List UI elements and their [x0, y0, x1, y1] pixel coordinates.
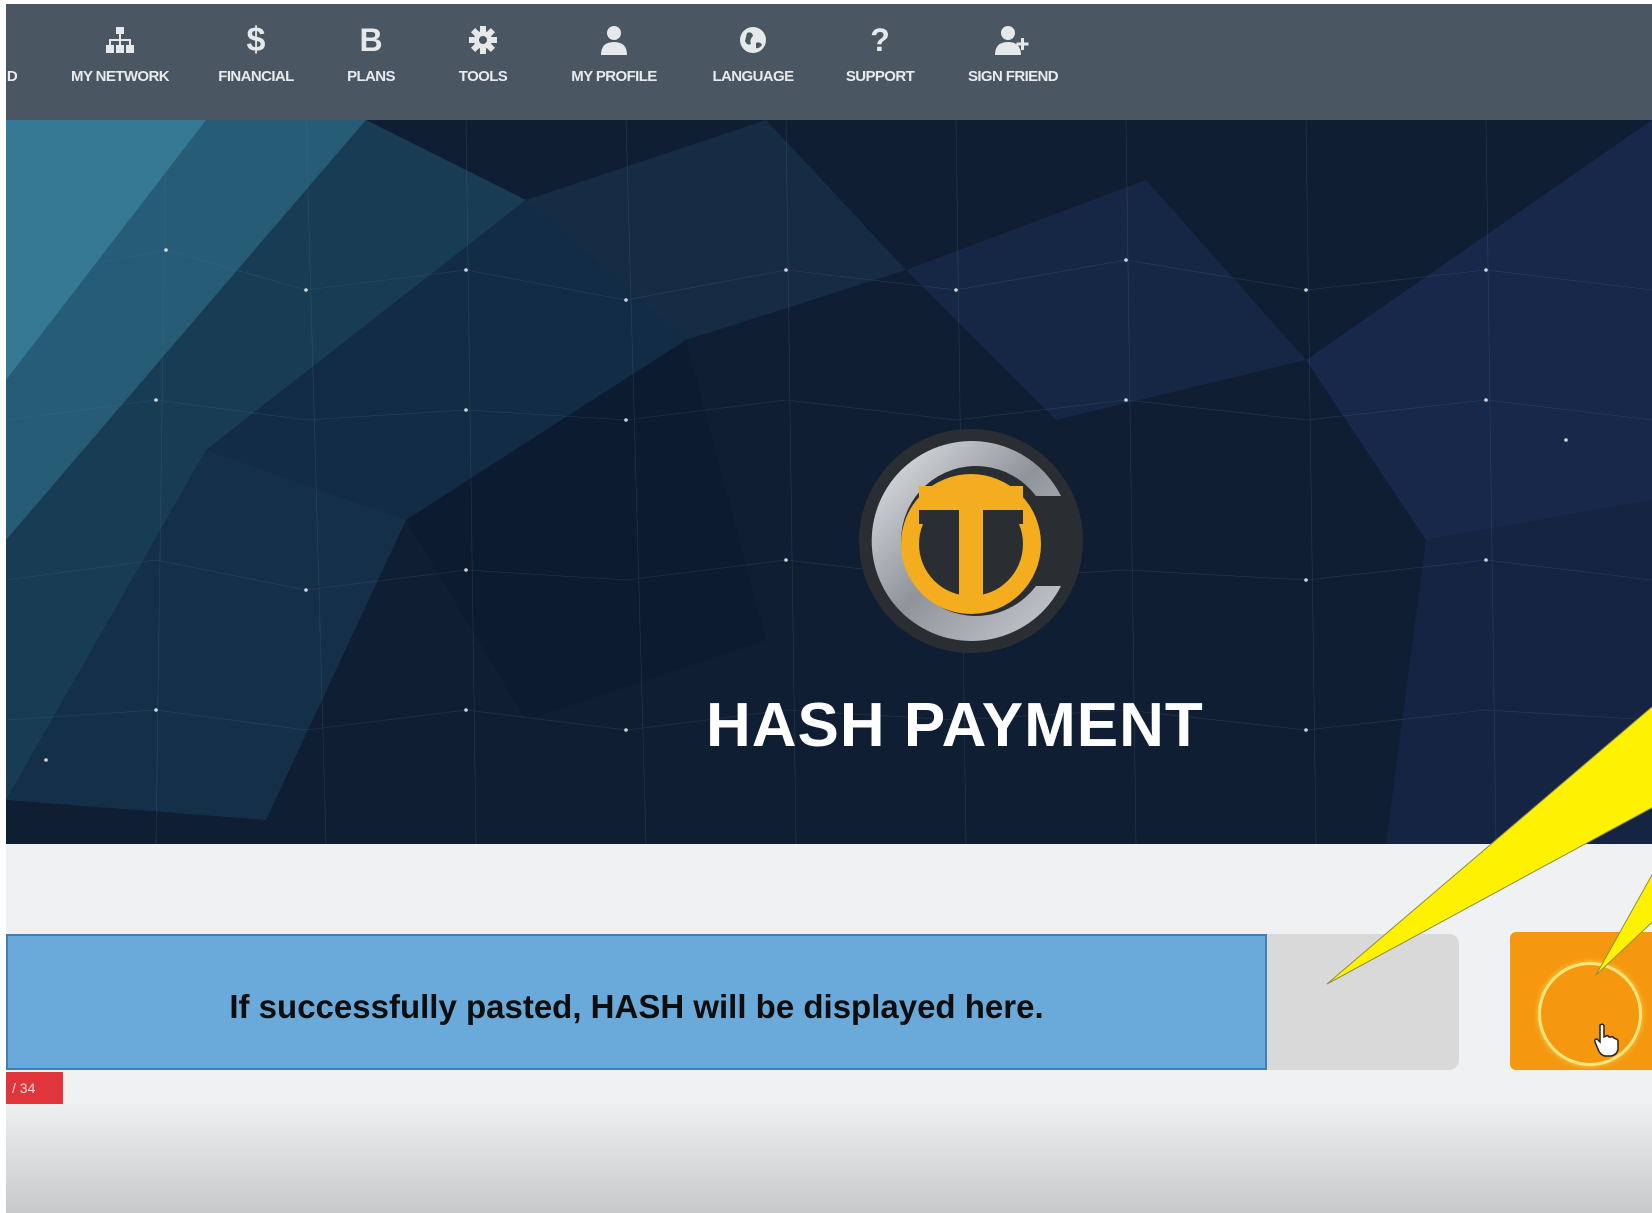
nav-item-dashboard[interactable]: D: [6, 20, 24, 110]
question-icon: ?: [870, 22, 890, 58]
nav-item-my-network[interactable]: MY NETWORK: [54, 20, 186, 110]
dollar-icon: $: [246, 21, 266, 59]
hero-banner: HASH PAYMENT: [6, 120, 1652, 844]
nav-label: PLANS: [347, 68, 395, 85]
nav-label: TOOLS: [458, 68, 508, 85]
network-icon: [54, 20, 186, 60]
app-frame: D MY NETWORK $ FINANCIAL B PLANS TOOLS M…: [6, 4, 1652, 1213]
nav-label: LANGUAGE: [712, 68, 794, 85]
nav-item-financial[interactable]: $ FINANCIAL: [204, 20, 308, 110]
nav-item-language[interactable]: LANGUAGE: [698, 20, 808, 110]
counter-badge: / 34: [6, 1072, 63, 1105]
nav-item-plans[interactable]: B PLANS: [336, 20, 406, 110]
nav-item-sign-friend[interactable]: SIGN FRIEND: [956, 20, 1070, 110]
nav-label: MY PROFILE: [571, 68, 657, 85]
top-navigation: D MY NETWORK $ FINANCIAL B PLANS TOOLS M…: [6, 4, 1652, 120]
bitcoin-icon: B: [359, 22, 383, 58]
user-icon: [562, 20, 666, 60]
hero-title: HASH PAYMENT: [706, 691, 1204, 760]
nav-label: D: [6, 68, 18, 85]
nav-label: MY NETWORK: [71, 68, 169, 85]
nav-item-support[interactable]: ? SUPPORT: [832, 20, 928, 110]
nav-label: SUPPORT: [845, 68, 915, 85]
globe-icon: [698, 20, 808, 60]
click-highlight-ring: [1538, 962, 1642, 1066]
nav-label: FINANCIAL: [218, 68, 294, 85]
gear-icon: [446, 20, 520, 60]
callout-text: If successfully pasted, HASH will be dis…: [229, 988, 1044, 1025]
bottom-panel: [6, 1104, 1652, 1213]
hash-callout-annotation: If successfully pasted, HASH will be dis…: [6, 934, 1267, 1070]
dashboard-icon: [6, 20, 24, 60]
add-user-icon: [956, 20, 1070, 60]
ct-coin-logo: [859, 429, 1083, 653]
nav-item-tools[interactable]: TOOLS: [446, 20, 520, 110]
nav-item-my-profile[interactable]: MY PROFILE: [562, 20, 666, 110]
paste-hash-button[interactable]: [1510, 932, 1652, 1070]
hand-cursor-icon: [1594, 1023, 1619, 1057]
nav-label: SIGN FRIEND: [967, 68, 1059, 85]
